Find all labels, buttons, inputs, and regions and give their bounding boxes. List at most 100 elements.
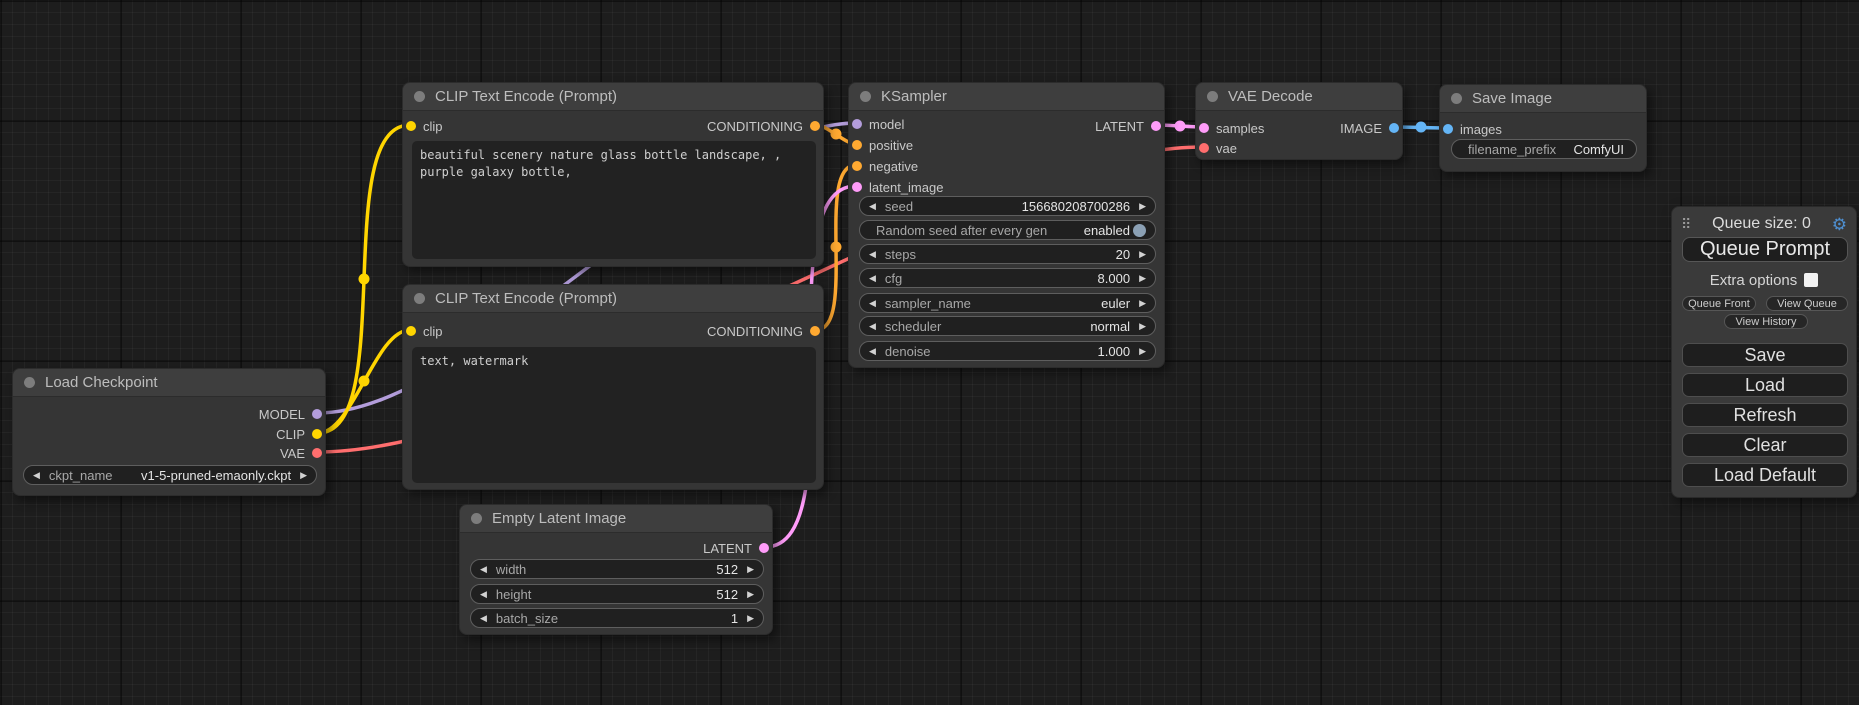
node-title-bar[interactable]: Empty Latent Image: [460, 505, 772, 533]
output-slot-latent[interactable]: LATENT: [1095, 116, 1161, 136]
slot-dot-latent[interactable]: [1151, 121, 1161, 131]
view-queue-button[interactable]: View Queue: [1766, 296, 1848, 311]
node-vae-decode[interactable]: VAE Decode samples vae IMAGE: [1195, 82, 1403, 160]
node-ksampler[interactable]: KSampler model positive negative latent_…: [848, 82, 1165, 368]
output-slot-latent[interactable]: LATENT: [703, 538, 769, 558]
slot-dot-vae[interactable]: [1199, 143, 1209, 153]
output-slot-image[interactable]: IMAGE: [1340, 118, 1399, 138]
slot-dot-clip[interactable]: [312, 429, 322, 439]
seed-widget[interactable]: ◀ seed 156680208700286 ▶: [859, 196, 1156, 216]
increment-arrow-icon[interactable]: ▶: [747, 613, 754, 624]
node-title-bar[interactable]: Load Checkpoint: [13, 369, 325, 397]
slot-dot-model[interactable]: [852, 119, 862, 129]
slot-dot-conditioning[interactable]: [810, 121, 820, 131]
sampler-name-widget[interactable]: ◀ sampler_name euler ▶: [859, 293, 1156, 313]
extra-options-checkbox[interactable]: [1804, 273, 1818, 287]
input-slot-samples[interactable]: samples: [1199, 118, 1264, 138]
increment-arrow-icon[interactable]: ▶: [1139, 249, 1146, 260]
slot-dot-conditioning[interactable]: [852, 161, 862, 171]
settings-gear-icon[interactable]: ⚙: [1832, 216, 1847, 233]
node-clip-text-encode-positive[interactable]: CLIP Text Encode (Prompt) clip CONDITION…: [402, 82, 824, 267]
input-slot-model[interactable]: model: [852, 114, 904, 134]
toggle-circle-icon[interactable]: [1133, 224, 1146, 237]
node-title-bar[interactable]: CLIP Text Encode (Prompt): [403, 83, 823, 111]
slot-dot-latent[interactable]: [852, 182, 862, 192]
input-slot-images[interactable]: images: [1443, 119, 1502, 139]
node-save-image[interactable]: Save Image images filename_prefix ComfyU…: [1439, 84, 1647, 172]
slot-dot-latent[interactable]: [759, 543, 769, 553]
random-seed-toggle-widget[interactable]: Random seed after every gen enabled: [859, 220, 1156, 240]
decrement-arrow-icon[interactable]: ◀: [869, 273, 876, 284]
node-title-bar[interactable]: Save Image: [1440, 85, 1646, 113]
save-button[interactable]: Save: [1682, 343, 1848, 367]
decrement-arrow-icon[interactable]: ◀: [869, 249, 876, 260]
slot-dot-conditioning[interactable]: [852, 140, 862, 150]
node-empty-latent-image[interactable]: Empty Latent Image LATENT ◀ width 512 ▶ …: [459, 504, 773, 635]
slot-dot-vae[interactable]: [312, 448, 322, 458]
load-default-button[interactable]: Load Default: [1682, 463, 1848, 487]
queue-prompt-button[interactable]: Queue Prompt: [1682, 237, 1848, 262]
collapse-dot-icon[interactable]: [1451, 93, 1462, 104]
output-slot-model[interactable]: MODEL: [259, 404, 322, 424]
decrement-arrow-icon[interactable]: ◀: [869, 298, 876, 309]
node-clip-text-encode-negative[interactable]: CLIP Text Encode (Prompt) clip CONDITION…: [402, 284, 824, 490]
increment-arrow-icon[interactable]: ▶: [1139, 298, 1146, 309]
refresh-button[interactable]: Refresh: [1682, 403, 1848, 427]
prompt-text-area[interactable]: beautiful scenery nature glass bottle la…: [412, 141, 816, 259]
decrement-arrow-icon[interactable]: ◀: [480, 613, 487, 624]
scheduler-widget[interactable]: ◀ scheduler normal ▶: [859, 316, 1156, 336]
decrement-arrow-icon[interactable]: ◀: [33, 470, 40, 481]
input-slot-negative[interactable]: negative: [852, 156, 918, 176]
width-widget[interactable]: ◀ width 512 ▶: [470, 559, 764, 579]
filename-prefix-widget[interactable]: filename_prefix ComfyUI: [1451, 139, 1637, 159]
cfg-widget[interactable]: ◀ cfg 8.000 ▶: [859, 268, 1156, 288]
ckpt-name-widget[interactable]: ◀ ckpt_name v1-5-pruned-emaonly.ckpt ▶: [23, 465, 317, 485]
collapse-dot-icon[interactable]: [414, 91, 425, 102]
decrement-arrow-icon[interactable]: ◀: [480, 564, 487, 575]
decrement-arrow-icon[interactable]: ◀: [869, 346, 876, 357]
slot-dot-conditioning[interactable]: [810, 326, 820, 336]
clear-button[interactable]: Clear: [1682, 433, 1848, 457]
slot-dot-image[interactable]: [1389, 123, 1399, 133]
increment-arrow-icon[interactable]: ▶: [747, 589, 754, 600]
increment-arrow-icon[interactable]: ▶: [1139, 201, 1146, 212]
node-title-bar[interactable]: VAE Decode: [1196, 83, 1402, 111]
collapse-dot-icon[interactable]: [471, 513, 482, 524]
drag-handle-icon[interactable]: ⠿: [1681, 217, 1691, 231]
collapse-dot-icon[interactable]: [860, 91, 871, 102]
prompt-text-area[interactable]: text, watermark: [412, 347, 816, 483]
queue-front-button[interactable]: Queue Front: [1682, 296, 1756, 311]
output-slot-vae[interactable]: VAE: [280, 443, 322, 463]
increment-arrow-icon[interactable]: ▶: [1139, 321, 1146, 332]
output-slot-conditioning[interactable]: CONDITIONING: [707, 116, 820, 136]
slot-dot-clip[interactable]: [406, 121, 416, 131]
increment-arrow-icon[interactable]: ▶: [1139, 273, 1146, 284]
collapse-dot-icon[interactable]: [414, 293, 425, 304]
input-slot-vae[interactable]: vae: [1199, 138, 1237, 158]
input-slot-clip[interactable]: clip: [406, 116, 443, 136]
steps-widget[interactable]: ◀ steps 20 ▶: [859, 244, 1156, 264]
output-slot-clip[interactable]: CLIP: [276, 424, 322, 444]
collapse-dot-icon[interactable]: [1207, 91, 1218, 102]
input-slot-positive[interactable]: positive: [852, 135, 913, 155]
slot-dot-model[interactable]: [312, 409, 322, 419]
decrement-arrow-icon[interactable]: ◀: [869, 201, 876, 212]
denoise-widget[interactable]: ◀ denoise 1.000 ▶: [859, 341, 1156, 361]
slot-dot-image[interactable]: [1443, 124, 1453, 134]
increment-arrow-icon[interactable]: ▶: [747, 564, 754, 575]
decrement-arrow-icon[interactable]: ◀: [480, 589, 487, 600]
node-title-bar[interactable]: KSampler: [849, 83, 1164, 111]
input-slot-latent-image[interactable]: latent_image: [852, 177, 943, 197]
view-history-button[interactable]: View History: [1724, 314, 1808, 329]
slot-dot-clip[interactable]: [406, 326, 416, 336]
decrement-arrow-icon[interactable]: ◀: [869, 321, 876, 332]
input-slot-clip[interactable]: clip: [406, 321, 443, 341]
height-widget[interactable]: ◀ height 512 ▶: [470, 584, 764, 604]
increment-arrow-icon[interactable]: ▶: [300, 470, 307, 481]
collapse-dot-icon[interactable]: [24, 377, 35, 388]
output-slot-conditioning[interactable]: CONDITIONING: [707, 321, 820, 341]
slot-dot-latent[interactable]: [1199, 123, 1209, 133]
load-button[interactable]: Load: [1682, 373, 1848, 397]
batch-size-widget[interactable]: ◀ batch_size 1 ▶: [470, 608, 764, 628]
node-title-bar[interactable]: CLIP Text Encode (Prompt): [403, 285, 823, 313]
